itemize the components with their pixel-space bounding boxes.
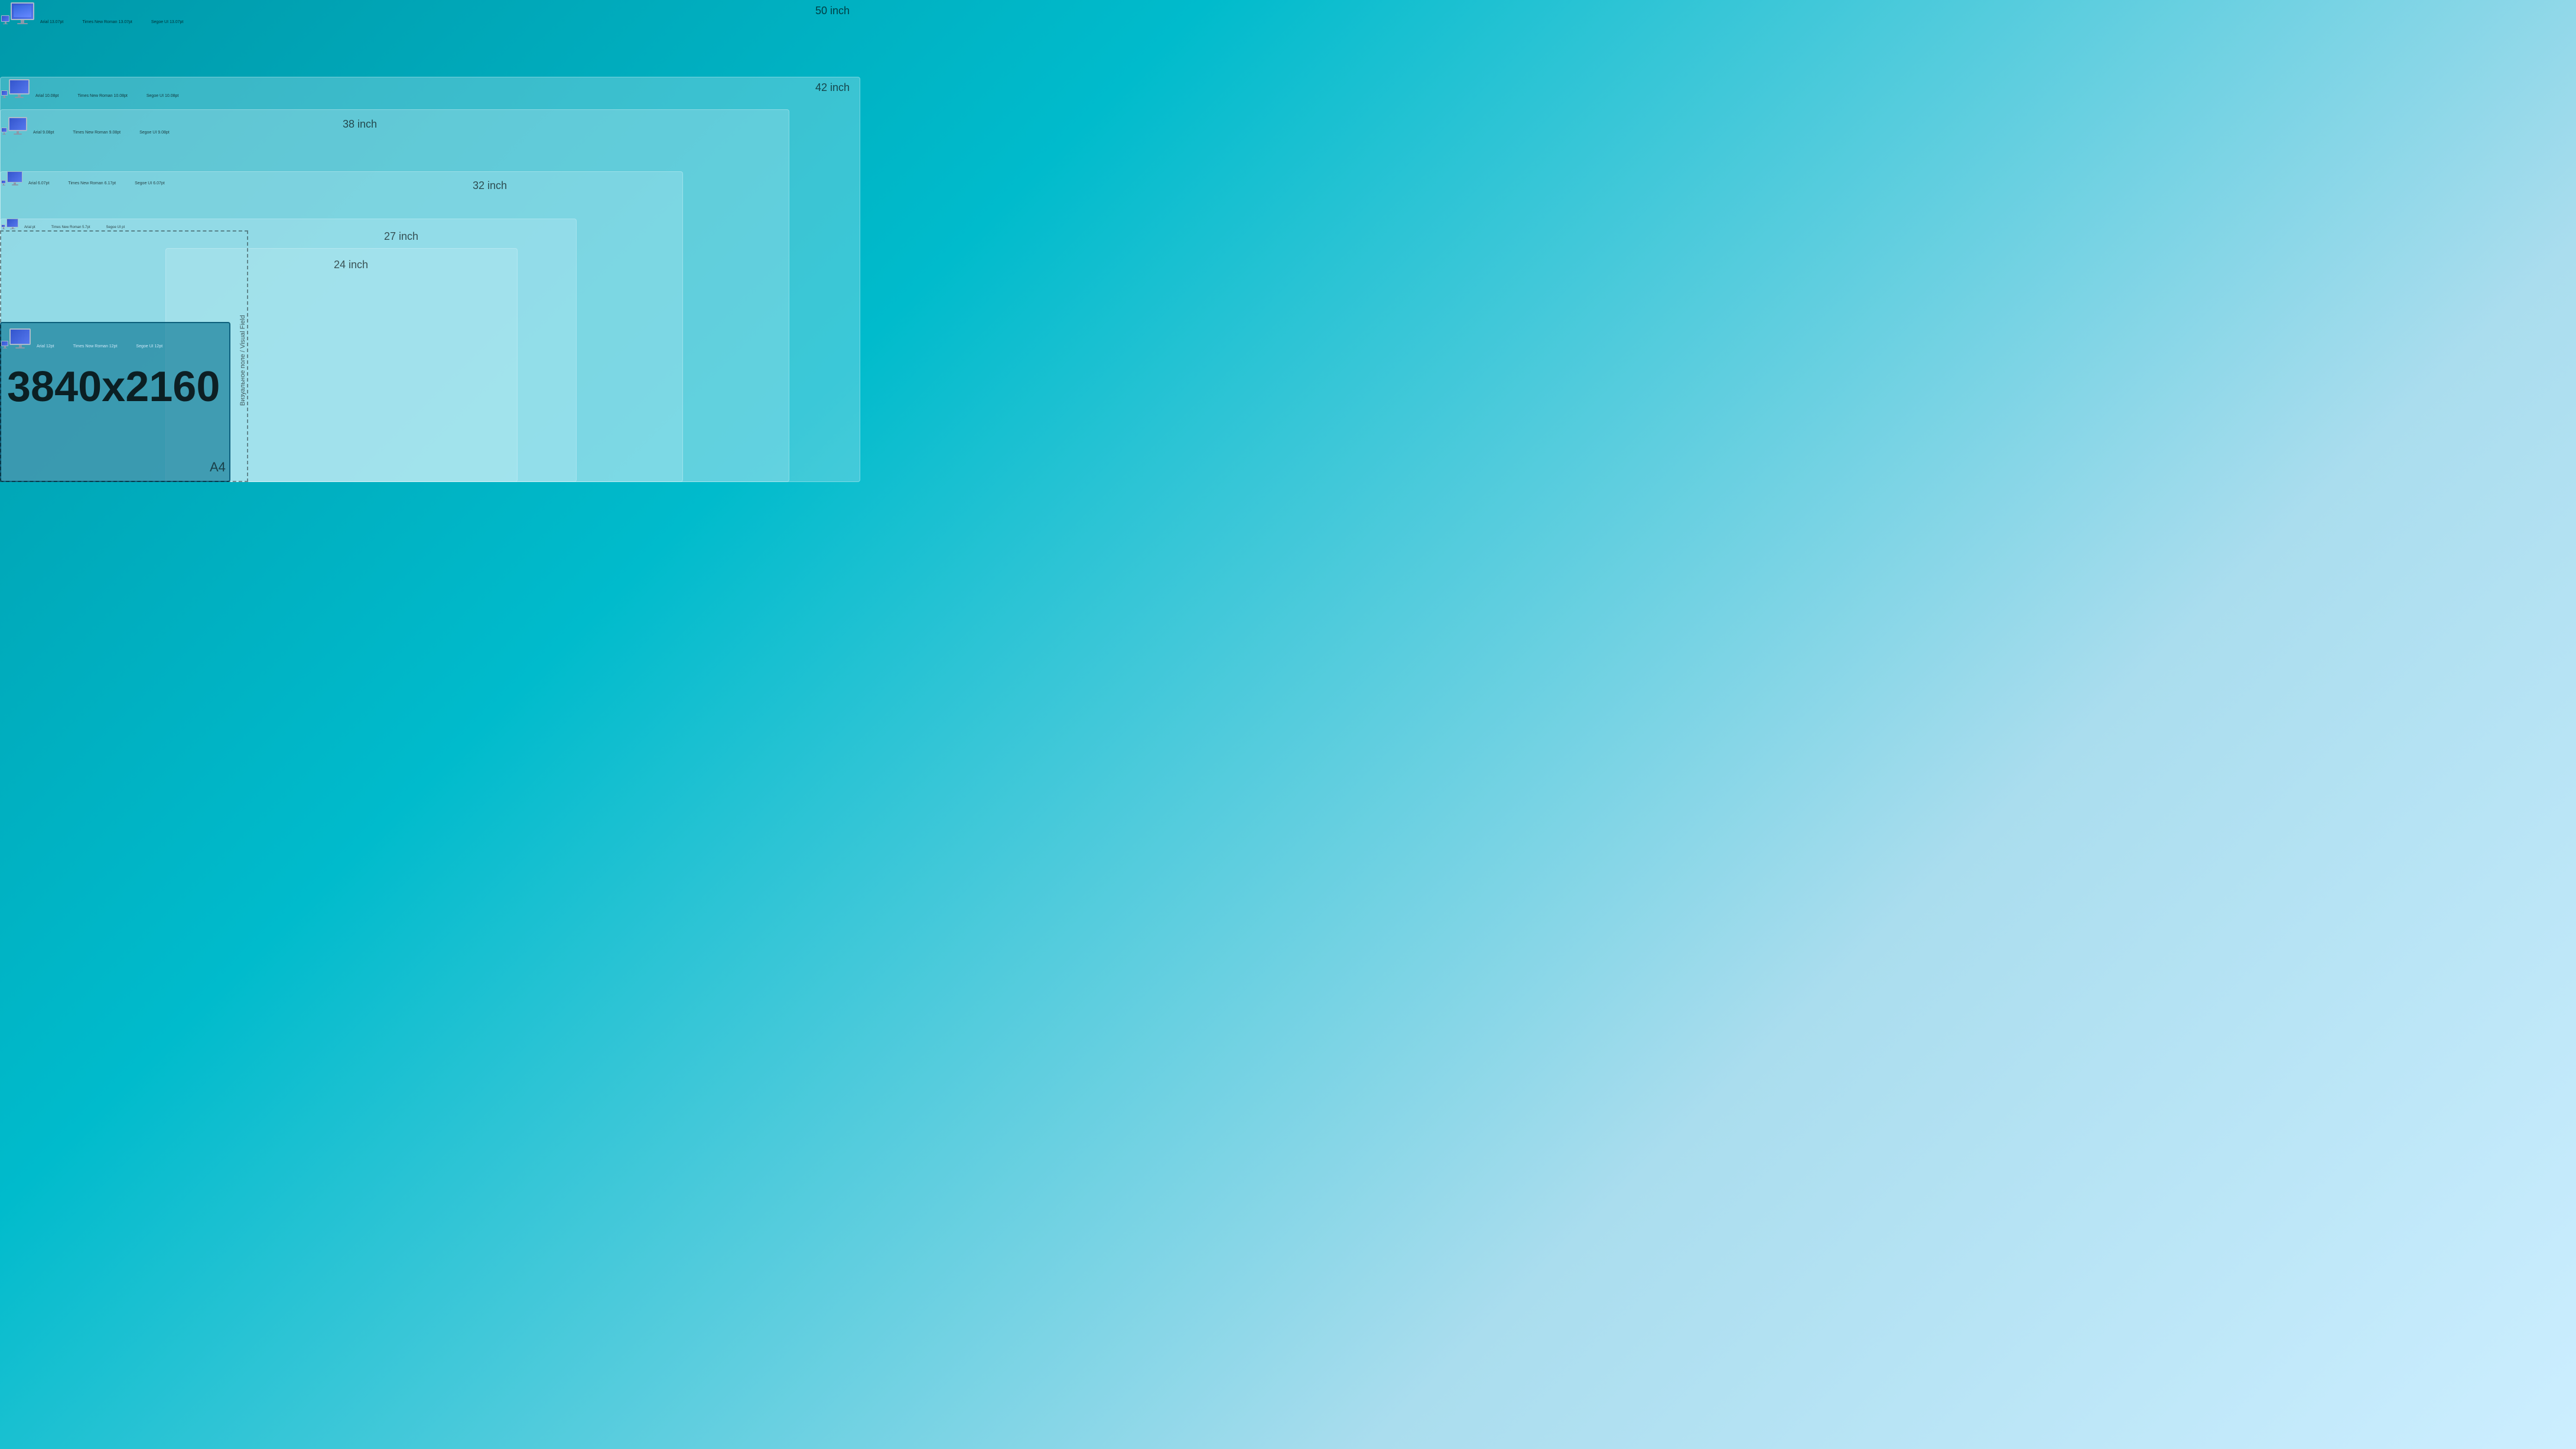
- monitor-icon-large-1: [11, 2, 34, 24]
- label-42inch: 42 inch: [815, 82, 850, 94]
- monitor-row-2: Arial 10.08pt Times New Roman 10.08pt Se…: [1, 79, 178, 98]
- monitor-icon-small-6: [1, 341, 8, 349]
- resolution-display: 3840x2160: [7, 363, 220, 411]
- row1-segoe-label: Segoe UI 13.07pt: [151, 20, 184, 24]
- row3-times-label: Times New Roman 9.08pt: [73, 131, 121, 135]
- label-50inch: 50 inch: [815, 5, 850, 17]
- row3-segoe-label: Segoe UI 9.08pt: [139, 131, 170, 135]
- row2-arial-label: Arial 10.08pt: [35, 94, 58, 98]
- row5-arial-label: Arial pt: [24, 226, 35, 229]
- row5-segoe-label: Segoe UI pt: [106, 226, 125, 229]
- row6-arial-label: Arial 12pt: [37, 344, 54, 349]
- visual-field-label: Визуальное поле / Visual Field: [239, 248, 246, 473]
- row2-segoe-label: Segoe UI 10.08pt: [147, 94, 179, 98]
- monitor-icon-small-5: [1, 224, 5, 229]
- label-24inch: 24 inch: [334, 259, 368, 271]
- monitor-icon-large-5: [6, 219, 18, 229]
- monitor-icon-small-2: [1, 90, 8, 98]
- label-38inch: 38 inch: [343, 118, 377, 131]
- monitor-icon-large-3: [8, 117, 27, 135]
- monitor-row-3: Arial 9.08pt Times New Roman 9.08pt Sego…: [1, 117, 170, 135]
- monitor-row-5: Arial pt Times New Roman 5.7pt Segoe UI …: [1, 219, 125, 229]
- a4-label: A4: [210, 460, 226, 475]
- monitor-row-4: Arial 6.07pt Times New Roman 6.17pt Sego…: [1, 171, 165, 185]
- row4-times-label: Times New Roman 6.17pt: [68, 181, 116, 185]
- row6-segoe-label: Segoe UI 12pt: [136, 344, 162, 349]
- dashed-boundary-box: [0, 230, 248, 482]
- row6-times-label: Times Now Roman 12pt: [73, 344, 118, 349]
- monitor-icon-large-6: [9, 328, 31, 349]
- monitor-icon-small-1: [1, 15, 9, 24]
- monitor-row-6: Arial 12pt Times Now Roman 12pt Segoe UI…: [1, 328, 162, 349]
- row2-times-label: Times New Roman 10.08pt: [77, 94, 128, 98]
- monitor-icon-large-4: [7, 171, 22, 185]
- row1-times-label: Times New Roman 13.07pt: [82, 20, 132, 24]
- row1-arial-label: Arial 13.07pt: [40, 20, 63, 24]
- label-27inch: 27 inch: [384, 230, 418, 243]
- label-32inch: 32 inch: [473, 180, 507, 192]
- row4-arial-label: Arial 6.07pt: [28, 181, 49, 185]
- monitor-icon-small-4: [1, 180, 6, 185]
- row4-segoe-label: Segoe UI 6.07pt: [135, 181, 165, 185]
- row3-arial-label: Arial 9.08pt: [33, 131, 54, 135]
- row5-times-label: Times New Roman 5.7pt: [51, 226, 90, 229]
- monitor-icon-large-2: [9, 79, 30, 98]
- monitor-icon-small-3: [1, 128, 7, 135]
- monitor-row-1: Arial 13.07pt Times New Roman 13.07pt Se…: [1, 2, 183, 24]
